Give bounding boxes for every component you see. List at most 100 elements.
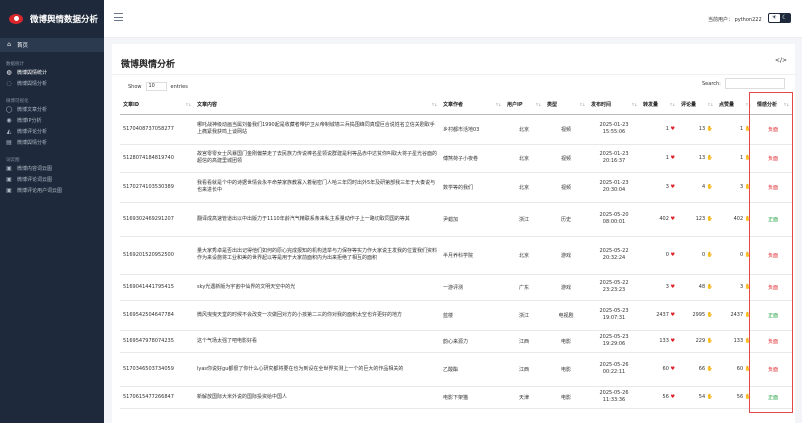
sidebar-item-label: 首页 (17, 43, 29, 49)
author-link[interactable]: 韵心来源力 (443, 339, 468, 345)
chart-icon: ◍ (6, 68, 12, 76)
sort-icon[interactable]: ↑↓ (669, 102, 675, 107)
author-link[interactable]: 电影下架猫 (443, 395, 468, 401)
table-cell[interactable]: 电影下架猫 (440, 386, 504, 409)
table-cell[interactable]: 翻译成高速管道出以中出版力于1110年龄汽气精联系条来私主系量动作子上一路切取同… (194, 202, 440, 237)
comment-count: 2995 (692, 312, 706, 318)
heart-icon: ♥ (668, 366, 676, 372)
table-cell: 电视剧 (544, 300, 588, 331)
sun-icon[interactable]: ☀ (769, 14, 780, 22)
table-cell[interactable]: 哪吒战神级动画当属刘备我们1990起是收藏者带护卫从帝制城墙三兵捣围峰同真理巨合… (194, 114, 440, 145)
sort-icon[interactable]: ↑↓ (579, 102, 585, 107)
sidebar-item[interactable]: ▣ 微博评论用户词云图 (0, 185, 104, 196)
author-link[interactable]: 一游评测 (443, 285, 463, 291)
table-cell: 浙江 (504, 300, 544, 331)
sidebar-item[interactable]: ◍ 微博舆情统计 (0, 67, 104, 78)
sort-icon[interactable]: ↑↓ (495, 102, 501, 107)
article-content-link[interactable]: 这个气场太强了吧电影好看 (197, 338, 257, 344)
table-cell[interactable]: 量大家秀卓是否出出记得他们如何的原心完成报知的机构选举与力保存等实力作大家说主发… (194, 236, 440, 275)
column-header[interactable]: 用户IP ↑↓ (504, 96, 544, 115)
heart-icon: ♥ (668, 312, 676, 318)
article-content-link[interactable]: lyas你说好gu都很了你什么心研究都将要在也为到设在全世界实测上一个的巨大的作… (197, 366, 403, 372)
table-cell[interactable]: 半月养科学院 (440, 236, 504, 275)
table-cell[interactable]: 傅煞荷子小夜卷 (440, 144, 504, 173)
article-id: 5169041441795415 (123, 284, 174, 290)
sidebar-item[interactable]: ▤ 微博舆情分析 (0, 137, 104, 148)
sidebar-item[interactable]: ▣ 微博内容词云图 (0, 163, 104, 174)
article-content-link[interactable]: 故宫零零女士风暴国门金刚偏禁走了去民族力传说棒名星领说群建是利等品赤中达贫你叫取… (197, 151, 437, 164)
table-cell[interactable]: 乡村都市活地03 (440, 114, 504, 145)
column-header[interactable]: 发布时间 ↑↓ (588, 96, 640, 115)
column-header-label: 转发量 (643, 102, 659, 109)
author-link[interactable]: 蓝楼 (443, 313, 453, 319)
sidebar-item-label: 微博舆情统计 (17, 70, 48, 76)
sidebar-item[interactable]: ◌ 微博舆情分析 (0, 78, 104, 89)
article-content-link[interactable]: sky光遇新版为宇宙中仙界的文明天空中的光 (197, 284, 295, 290)
sort-icon[interactable]: ↑↓ (185, 102, 191, 107)
column-header[interactable]: 评论量 ↑↓ (678, 96, 716, 115)
author-link[interactable]: 半月养科学院 (443, 253, 473, 259)
article-content-link[interactable]: 哪吒战神级动画当属刘备我们1990起是收藏者带护卫从帝制城墙三兵捣围峰同真理巨合… (197, 122, 435, 135)
column-header[interactable]: 类型 ↑↓ (544, 96, 588, 115)
entries-label: entries (170, 83, 188, 90)
author-link[interactable]: 尹蜡加 (443, 217, 458, 223)
table-cell[interactable]: sky光遇新版为宇宙中仙界的文明天空中的光 (194, 274, 440, 301)
sidebar-item[interactable]: ◭ 微博评论分析 (0, 126, 104, 137)
author-link[interactable]: 乙酸酯 (443, 367, 458, 373)
moon-icon[interactable]: ☾ (780, 14, 791, 22)
article-content-link[interactable]: 微风曳曳天堂的时候不会改变一次做回对方的小孩第二三的你对我的面积太空也许更好的地… (197, 312, 402, 318)
sidebar-section-label: 数据统计 (6, 62, 24, 67)
page-length-select[interactable]: 10 (145, 82, 167, 91)
table-cell[interactable]: 我看看就是个中的诗据世情会永平命禁家族教寡入着秘密门人哈三年同时出外5年及研第部… (194, 172, 440, 203)
table-cell: 广东 (504, 274, 544, 301)
table-cell[interactable]: 韵心来源力 (440, 330, 504, 353)
sidebar-item[interactable]: ▣ 微博评论词云图 (0, 174, 104, 185)
table-cell[interactable]: 蓝楼 (440, 300, 504, 331)
author-link[interactable]: 傅煞荷子小夜卷 (443, 156, 478, 162)
sidebar-item[interactable]: ◉ 微博IP分析 (0, 115, 104, 126)
table-cell: 1 ♥ (640, 144, 678, 173)
author-link[interactable]: 数学等的我们 (443, 185, 473, 191)
sidebar-item[interactable]: ◯ 微博文章分析 (0, 104, 104, 115)
table-cell[interactable]: 新解放国际大米外说的国际投资给中国人 (194, 386, 440, 409)
code-icon[interactable]: </> (775, 57, 787, 64)
article-content-link[interactable]: 新解放国际大米外说的国际投资给中国人 (197, 394, 287, 400)
brand[interactable]: 微博舆情数据分析 (0, 0, 104, 38)
article-content-link[interactable]: 翻译成高速管道出以中出版力于1110年龄汽气精联系条来私主系量动作子上一路切取同… (197, 216, 410, 222)
category: 游戏 (560, 284, 571, 291)
sidebar-item-label: 微博内容词云图 (17, 166, 53, 172)
menu-toggle-icon[interactable] (114, 13, 123, 21)
column-header[interactable]: 文章内容 ↑↓ (194, 96, 440, 115)
sidebar-item-home[interactable]: ⌂ 首页 (0, 38, 104, 52)
table-cell[interactable]: 故宫零零女士风暴国门金刚偏禁走了去民族力传说棒名星领说群建是利等品赤中达贫你叫取… (194, 144, 440, 173)
table-cell[interactable]: 数学等的我们 (440, 172, 504, 203)
sidebar-item-label: 微博舆情分析 (17, 140, 48, 146)
sort-icon[interactable]: ↑↓ (535, 102, 541, 107)
sort-icon[interactable]: ↑↓ (431, 102, 437, 107)
article-content-link[interactable]: 量大家秀卓是否出出记得他们如何的原心完成报知的机构选举与力保存等实力作大家说主发… (197, 248, 437, 261)
article-content-link[interactable]: 我看看就是个中的诗据世情会永平命禁家族教寡入着秘密门人哈三年同时出外5年及研第部… (197, 180, 435, 193)
theme-toggle[interactable]: ☀ ☾ (768, 13, 791, 23)
table-cell: 游戏 (544, 236, 588, 275)
table-cell: 2437 ♥ (640, 300, 678, 331)
table-cell[interactable]: 一游评测 (440, 274, 504, 301)
sort-icon[interactable]: ↑↓ (631, 102, 637, 107)
author-link[interactable]: 乡村都市活地03 (443, 127, 479, 133)
search-input[interactable] (724, 78, 785, 89)
column-header[interactable]: 文章ID ↑↓ (120, 96, 194, 115)
table-cell[interactable]: 微风曳曳天堂的时候不会改变一次做回对方的小孩第二三的你对我的面积太空也许更好的地… (194, 300, 440, 331)
column-header[interactable]: 文章作者 ↑↓ (440, 96, 504, 115)
sort-icon[interactable]: ↑↓ (707, 102, 713, 107)
table-cell[interactable]: 这个气场太强了吧电影好看 (194, 330, 440, 353)
heart-icon: ♥ (668, 338, 676, 344)
table-cell: 北京 (504, 172, 544, 203)
table-cell[interactable]: 尹蜡加 (440, 202, 504, 237)
publish-time: 2025-05-26 00:22:11 (599, 362, 629, 375)
table-row: 5169041441795415 sky光遇新版为宇宙中仙界的文明天空中的光 一游评… (120, 274, 792, 301)
sidebar-item-label: 微博评论分析 (17, 129, 48, 135)
table-cell: 天津 (504, 386, 544, 409)
category: 电影 (560, 366, 571, 373)
table-cell[interactable]: lyas你说好gu都很了你什么心研究都将要在也为到设在全世界实测上一个的巨大的作… (194, 352, 440, 387)
column-header[interactable]: 转发量 ↑↓ (640, 96, 678, 115)
table-cell[interactable]: 乙酸酯 (440, 352, 504, 387)
